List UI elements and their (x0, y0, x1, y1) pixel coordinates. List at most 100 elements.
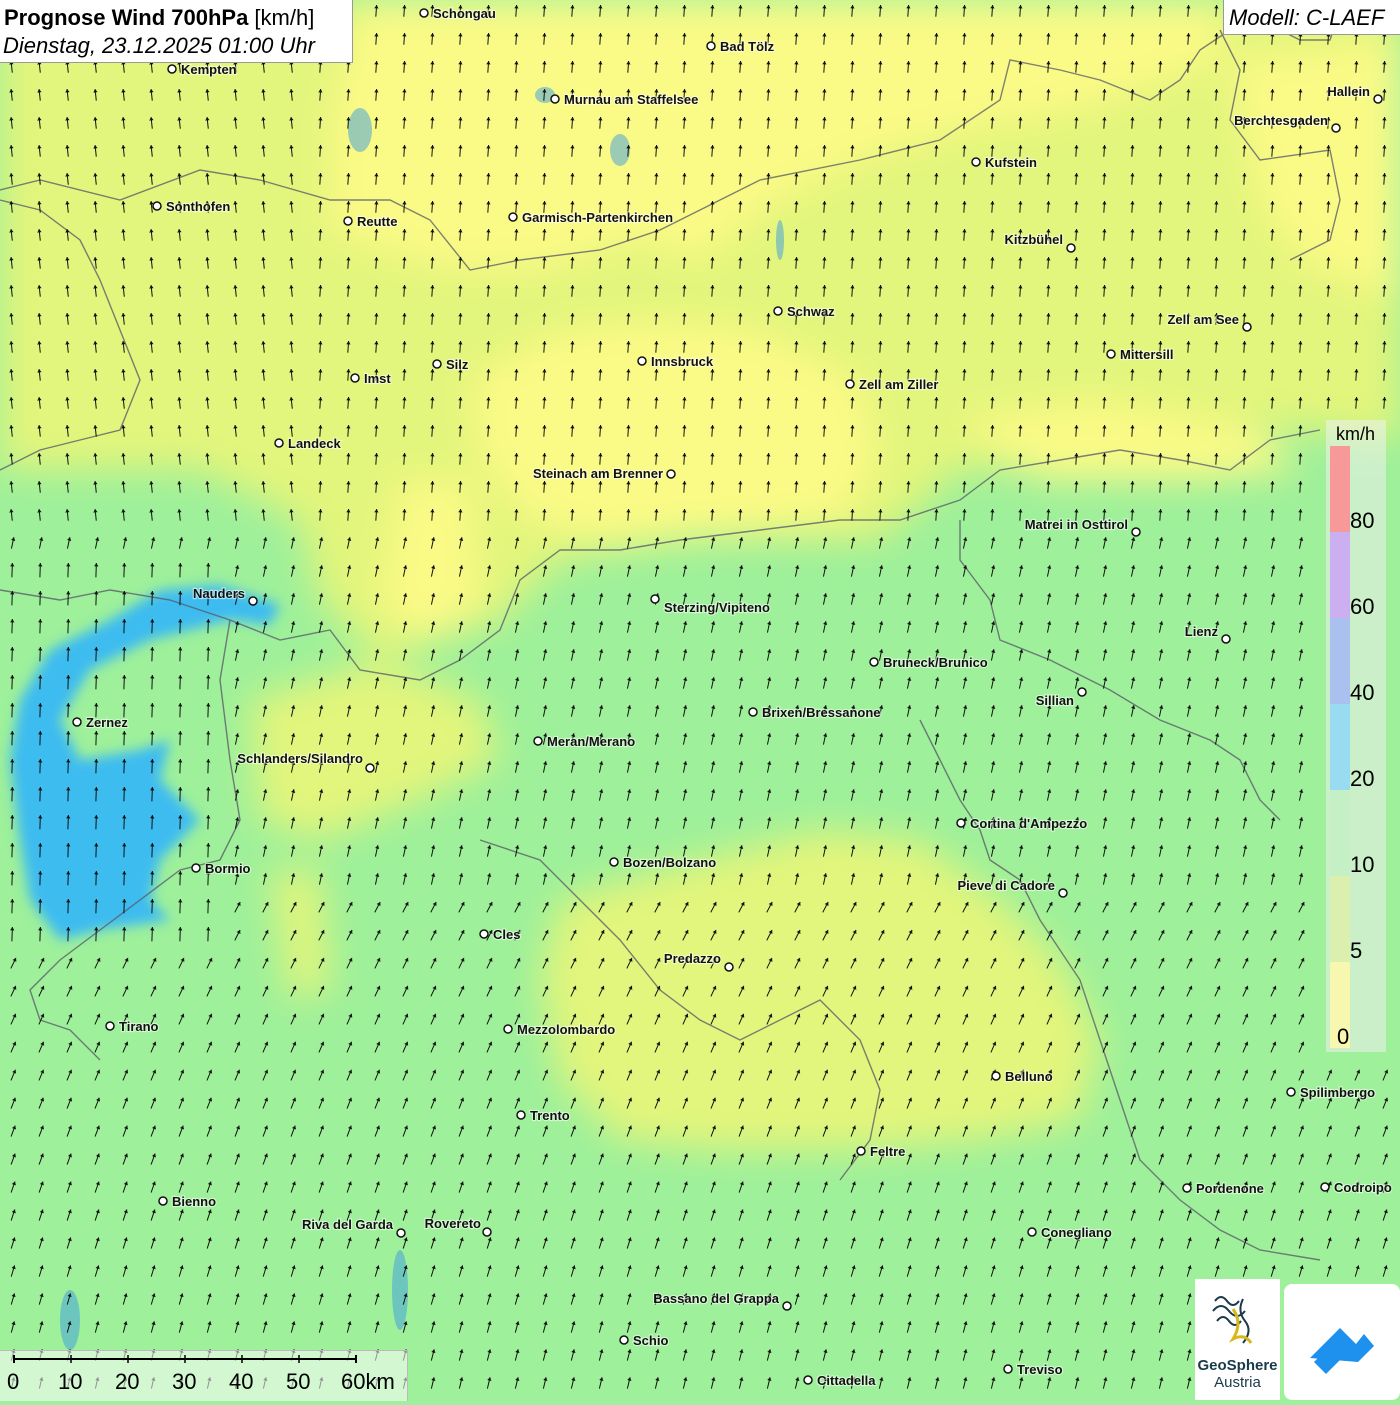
city-marker (1028, 1228, 1036, 1236)
legend-unit: km/h (1336, 424, 1375, 445)
geosphere-logo[interactable]: GeoSphere Austria (1195, 1279, 1280, 1400)
city-marker (1078, 688, 1086, 696)
city-marker (1132, 528, 1140, 536)
city-label: Bassano del Grappa (653, 1291, 779, 1306)
city-label: Kufstein (985, 155, 1037, 170)
city-label: Bienno (172, 1194, 216, 1209)
legend-label-5: 5 (1350, 938, 1362, 964)
scale-label-0: 0 (7, 1369, 19, 1395)
city-marker (249, 597, 257, 605)
city-label: Landeck (288, 436, 342, 451)
model-box: Modell: C-LAEF (1223, 0, 1400, 35)
city-label: Sillian (1036, 693, 1074, 708)
city-label: Innsbruck (651, 354, 714, 369)
city-label: Sterzing/Vipiteno (664, 600, 770, 615)
city-marker (667, 470, 675, 478)
city-marker (638, 357, 646, 365)
legend-label-60: 60 (1350, 594, 1374, 620)
city-label: Brixen/Bressanone (762, 705, 881, 720)
city-marker (1183, 1184, 1191, 1192)
city-marker (1243, 323, 1251, 331)
city-marker (483, 1228, 491, 1236)
city-label: Reutte (357, 214, 397, 229)
city-label: Schongau (433, 6, 496, 21)
city-marker (159, 1197, 167, 1205)
city-label: Predazzo (664, 951, 721, 966)
logo-text-line1: GeoSphere (1195, 1357, 1280, 1374)
city-label: Belluno (1005, 1069, 1053, 1084)
city-label: Pieve di Cadore (957, 878, 1055, 893)
scale-label-60km: 60km (341, 1369, 395, 1395)
scale-label-30: 30 (172, 1369, 196, 1395)
city-marker (749, 708, 757, 716)
city-marker (366, 764, 374, 772)
city-label: Cles (493, 927, 520, 942)
city-label: Bozen/Bolzano (623, 855, 716, 870)
city-label: Silz (446, 357, 469, 372)
city-label: Conegliano (1041, 1225, 1112, 1240)
city-marker (275, 439, 283, 447)
city-label: Matrei in Osttirol (1025, 517, 1128, 532)
city-marker (992, 1072, 1000, 1080)
city-label: Nauders (193, 586, 245, 601)
logo-text-line2: Austria (1195, 1374, 1280, 1391)
city-marker (1059, 889, 1067, 897)
title-main: Prognose Wind 700hPa (4, 5, 248, 30)
city-marker (1107, 350, 1115, 358)
city-marker (846, 380, 854, 388)
city-label: Zell am Ziller (859, 377, 938, 392)
city-label: Kitzbühel (1005, 232, 1064, 247)
city-label: Steinach am Brenner (533, 466, 663, 481)
city-label: Schio (633, 1333, 668, 1348)
city-marker (957, 819, 965, 827)
city-marker (1332, 124, 1340, 132)
city-label: Meran/Merano (547, 734, 635, 749)
legend-label-40: 40 (1350, 680, 1374, 706)
legend-label-20: 20 (1350, 766, 1374, 792)
wind-map: SchongauBad TölzKemptenMurnau am Staffel… (0, 0, 1400, 1400)
title-unit: [km/h] (248, 5, 314, 30)
city-marker (707, 42, 715, 50)
scale-label-10: 10 (58, 1369, 82, 1395)
legend-label-10: 10 (1350, 852, 1374, 878)
title-box: Prognose Wind 700hPa [km/h] Dienstag, 23… (0, 0, 353, 63)
legend-label-80: 80 (1350, 508, 1374, 534)
city-label: Pordenone (1196, 1181, 1264, 1196)
city-label: Lienz (1185, 624, 1219, 639)
city-marker (517, 1111, 525, 1119)
city-marker (480, 930, 488, 938)
app-logo[interactable] (1284, 1284, 1400, 1400)
city-label: Spilimbergo (1300, 1085, 1375, 1100)
city-label: Sonthofen (166, 199, 230, 214)
city-marker (857, 1147, 865, 1155)
city-marker (344, 217, 352, 225)
city-marker (551, 95, 559, 103)
city-label: Berchtesgaden (1234, 113, 1328, 128)
city-marker (1374, 95, 1382, 103)
forecast-date: Dienstag, 23.12.2025 01:00 Uhr (3, 33, 315, 59)
city-label: Bad Tölz (720, 39, 775, 54)
city-marker (1004, 1365, 1012, 1373)
city-label: Zernez (86, 715, 128, 730)
legend: km/h 80 60 40 20 10 5 0 (1326, 420, 1386, 1052)
city-label: Tirano (119, 1019, 159, 1034)
scale-label-20: 20 (115, 1369, 139, 1395)
city-label: Garmisch-Partenkirchen (522, 210, 673, 225)
city-label: Feltre (870, 1144, 905, 1159)
city-marker (651, 595, 659, 603)
scale-bar: 0 10 20 30 40 50 60km (0, 1350, 408, 1401)
city-label: Riva del Garda (302, 1217, 394, 1232)
city-label: Treviso (1017, 1362, 1063, 1377)
city-label: Cortina d'Ampezzo (970, 816, 1087, 831)
city-marker (783, 1302, 791, 1310)
page-title: Prognose Wind 700hPa [km/h] (4, 5, 314, 31)
city-marker (725, 963, 733, 971)
city-label: Rovereto (425, 1216, 481, 1231)
city-label: Imst (364, 371, 391, 386)
city-label: Mittersill (1120, 347, 1173, 362)
scale-label-40: 40 (229, 1369, 253, 1395)
city-marker (420, 9, 428, 17)
city-marker (351, 374, 359, 382)
city-marker (1321, 1183, 1329, 1191)
geosphere-swirl-icon (1195, 1279, 1280, 1355)
